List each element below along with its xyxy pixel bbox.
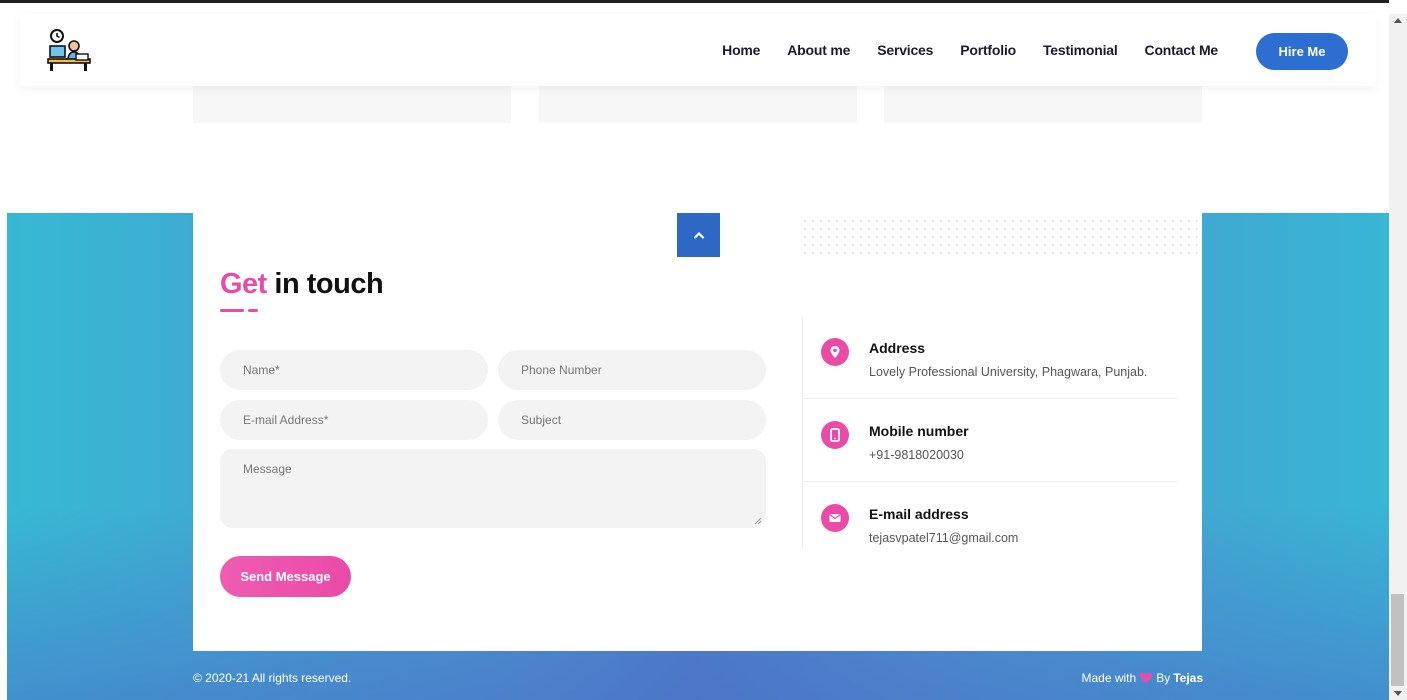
resize-handle-icon[interactable] <box>754 517 762 525</box>
address-value: Lovely Professional University, Phagwara… <box>869 365 1148 379</box>
portfolio-card <box>539 86 857 123</box>
site-header: Home About me Services Portfolio Testimo… <box>20 14 1376 86</box>
scrollbar-down-arrow-icon[interactable] <box>1394 691 1402 696</box>
title-rest: in touch <box>266 268 384 300</box>
portfolio-card <box>884 86 1202 123</box>
message-textarea[interactable]: Message <box>220 449 766 528</box>
phone-input[interactable]: Phone Number <box>498 350 766 390</box>
copyright-text: © 2020-21 All rights reserved. <box>193 671 352 685</box>
author-name[interactable]: Tejas <box>1173 671 1203 685</box>
name-placeholder: Name* <box>243 363 280 377</box>
phone-placeholder: Phone Number <box>521 363 602 377</box>
contact-panel: Get in touch Name* Phone Number E-mail A… <box>193 213 1202 651</box>
contact-title: Get in touch <box>220 268 384 301</box>
title-accent: Get <box>220 268 267 300</box>
contact-info: Address Lovely Professional University, … <box>802 317 1177 549</box>
hire-me-button[interactable]: Hire Me <box>1256 33 1348 70</box>
heart-icon <box>1140 672 1153 683</box>
nav-testimonial[interactable]: Testimonial <box>1043 42 1118 58</box>
main-nav: Home About me Services Portfolio Testimo… <box>722 42 1218 58</box>
top-border <box>0 0 1389 14</box>
email-value: tejasvpatel711@gmail.com <box>869 531 1019 545</box>
nav-services[interactable]: Services <box>877 42 933 58</box>
name-input[interactable]: Name* <box>220 350 488 390</box>
info-item-mobile: Mobile number +91-9818020030 <box>803 400 1177 482</box>
page-scrollbar[interactable] <box>1389 14 1407 700</box>
nav-about-me[interactable]: About me <box>787 42 850 58</box>
subject-placeholder: Subject <box>521 413 562 427</box>
portfolio-cards-row <box>193 86 1203 123</box>
nav-contact-me[interactable]: Contact Me <box>1145 42 1219 58</box>
nav-home[interactable]: Home <box>722 42 760 58</box>
chevron-up-icon <box>693 231 704 239</box>
scrollbar-thumb[interactable] <box>1391 594 1404 686</box>
dot-pattern <box>801 217 1197 257</box>
scroll-to-top-button[interactable] <box>677 213 720 257</box>
email-placeholder: E-mail Address* <box>243 413 329 427</box>
mobile-label: Mobile number <box>869 423 969 439</box>
address-label: Address <box>869 340 926 356</box>
mobile-phone-icon <box>821 421 849 449</box>
send-message-button[interactable]: Send Message <box>220 556 351 597</box>
nav-portfolio[interactable]: Portfolio <box>960 42 1016 58</box>
info-item-email: E-mail address tejasvpatel711@gmail.com <box>803 483 1177 565</box>
title-underline <box>220 309 260 312</box>
by-text: By <box>1156 671 1171 685</box>
message-placeholder: Message <box>243 462 292 476</box>
email-input[interactable]: E-mail Address* <box>220 400 488 440</box>
subject-input[interactable]: Subject <box>498 400 766 440</box>
info-item-address: Address Lovely Professional University, … <box>803 317 1177 399</box>
scrollbar-up-arrow-icon[interactable] <box>1394 18 1402 23</box>
logo-icon[interactable] <box>46 28 92 74</box>
portfolio-card <box>193 86 511 123</box>
envelope-icon <box>821 504 849 532</box>
location-pin-icon <box>821 338 849 366</box>
mobile-value: +91-9818020030 <box>869 448 964 462</box>
email-label: E-mail address <box>869 506 969 522</box>
footer-credit: Made with By Tejas <box>1081 671 1203 685</box>
made-with-text: Made with <box>1081 671 1137 685</box>
